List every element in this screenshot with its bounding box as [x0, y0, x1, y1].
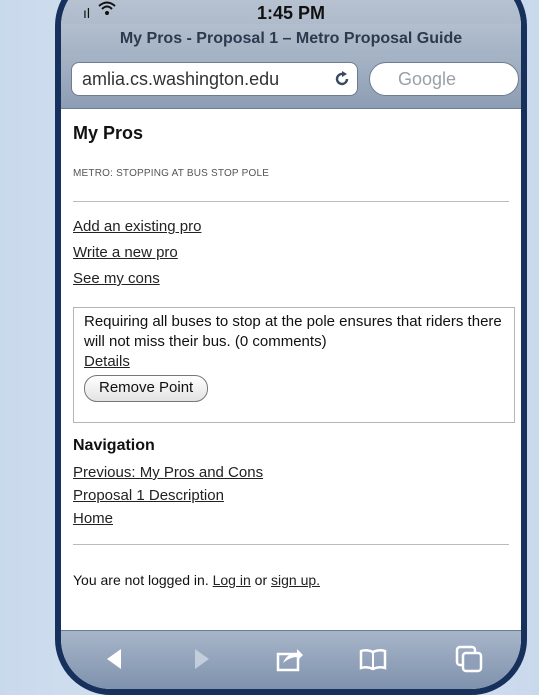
signup-link[interactable]: sign up.	[271, 572, 320, 588]
divider	[73, 544, 509, 545]
login-or: or	[254, 572, 268, 588]
proposal-description-link[interactable]: Proposal 1 Description	[73, 487, 224, 504]
reload-icon[interactable]	[333, 70, 351, 88]
page-title: My Pros	[73, 123, 144, 143]
url-text: amlia.cs.washington.edu	[82, 69, 280, 89]
point-card: Requiring all buses to stop at the pole …	[73, 307, 515, 423]
bookmarks-icon[interactable]	[357, 643, 389, 675]
login-status: You are not logged in. Log in or sign up…	[73, 572, 320, 588]
login-link[interactable]: Log in	[213, 572, 251, 588]
browser-toolbar	[61, 630, 521, 689]
browser-url-bar: amlia.cs.washington.edu Google	[61, 54, 521, 109]
see-my-cons-link[interactable]: See my cons	[73, 270, 160, 287]
navigation-heading: Navigation	[73, 437, 155, 454]
tabs-icon[interactable]	[453, 643, 485, 675]
previous-link[interactable]: Previous: My Pros and Cons	[73, 464, 263, 481]
search-placeholder: Google	[398, 69, 457, 89]
divider	[73, 201, 509, 202]
phone-frame: ıl 1:45 PM My Pros - Proposal 1 – Metro …	[55, 0, 527, 695]
add-existing-pro-link[interactable]: Add an existing pro	[73, 218, 201, 235]
login-prefix: You are not logged in.	[73, 572, 209, 588]
back-icon[interactable]	[99, 643, 131, 675]
details-link[interactable]: Details	[84, 352, 504, 372]
search-field[interactable]: Google	[369, 62, 519, 96]
url-field[interactable]: amlia.cs.washington.edu	[71, 62, 358, 96]
write-new-pro-link[interactable]: Write a new pro	[73, 244, 178, 261]
status-bar: ıl 1:45 PM	[61, 0, 521, 24]
forward-icon[interactable]	[185, 643, 217, 675]
point-text: Requiring all buses to stop at the pole …	[84, 313, 502, 350]
browser-title: My Pros - Proposal 1 – Metro Proposal Gu…	[61, 24, 521, 54]
home-link[interactable]: Home	[73, 510, 113, 527]
share-icon[interactable]	[273, 643, 305, 675]
breadcrumb: Metro: Stopping at Bus Stop Pole	[73, 168, 270, 179]
status-time: 1:45 PM	[256, 3, 326, 23]
remove-point-button[interactable]: Remove Point	[84, 375, 209, 402]
